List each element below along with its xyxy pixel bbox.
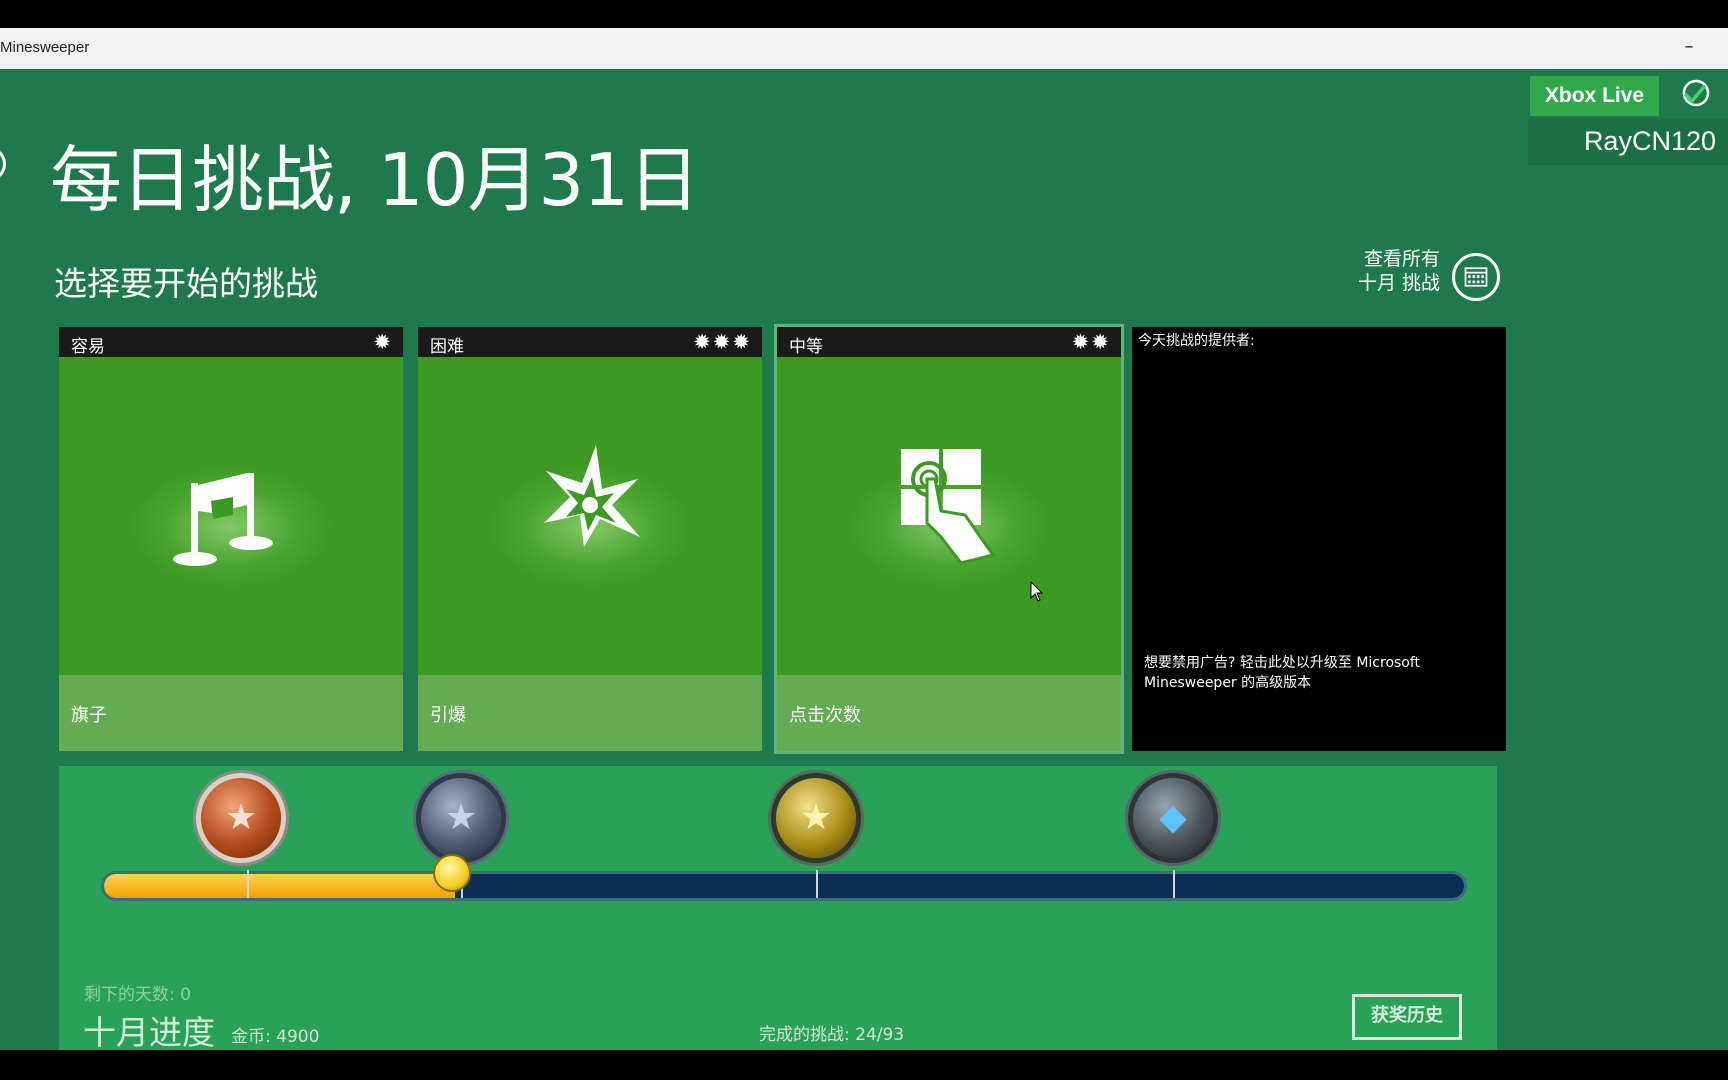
progress-marker-icon [433, 854, 471, 892]
xbox-live-button[interactable]: Xbox Live [1530, 76, 1659, 116]
difficulty-label: 困难 [430, 337, 464, 357]
ad-provider-label: 今天挑战的提供者: [1138, 333, 1255, 349]
ad-panel[interactable]: 今天挑战的提供者: 想要禁用广告? 轻击此处以升级至 Microsoft Min… [1132, 327, 1506, 751]
diamond-medal-icon: ◆ [1133, 778, 1213, 858]
challenge-card-medium[interactable]: 中等 ✹✹ 点击次数 [774, 324, 1124, 754]
challenge-card-hard[interactable]: 困难 ✹✹✹ 引爆 [418, 327, 762, 751]
card-header: 容易 ✹ [59, 327, 403, 357]
milestone-tick [1173, 870, 1175, 898]
difficulty-label: 容易 [71, 337, 105, 357]
page-title: 每日挑战, 10月31日 [50, 138, 700, 222]
challenge-label: 点击次数 [789, 705, 861, 726]
view-all-line1: 查看所有 [1363, 248, 1440, 270]
calendar-icon [1452, 253, 1500, 301]
card-header: 困难 ✹✹✹ [418, 327, 762, 357]
difficulty-stars: ✹✹✹ [693, 330, 752, 354]
month-progress-title: 十月进度 [83, 1013, 215, 1050]
sync-icon[interactable] [1680, 77, 1712, 109]
flags-icon [173, 473, 273, 566]
app-content: 每日挑战, 10月31日 选择要开始的挑战 Xbox Live RayCN120… [0, 69, 1728, 1050]
difficulty-stars: ✹✹ [1071, 330, 1111, 354]
completed-challenges: 完成的挑战: 24/93 [759, 1025, 905, 1045]
minimize-button[interactable]: – [1674, 34, 1704, 62]
bronze-medal-icon: ★ [201, 778, 281, 858]
challenge-label: 旗子 [71, 705, 107, 726]
card-footer: 旗子 [59, 675, 403, 751]
explosion-icon [544, 445, 640, 547]
difficulty-stars: ✹ [373, 330, 393, 354]
tap-icon [901, 449, 996, 565]
back-button[interactable] [0, 147, 6, 181]
silver-medal-icon: ★ [421, 778, 501, 858]
page-subtitle: 选择要开始的挑战 [54, 264, 318, 303]
days-left: 剩下的天数: 0 [84, 985, 191, 1005]
window-titlebar: Minesweeper – [0, 28, 1728, 69]
user-panel[interactable]: RayCN120 [1528, 118, 1728, 165]
card-footer: 引爆 [418, 675, 762, 751]
window-title: Minesweeper [0, 39, 90, 56]
coins-count: 金币: 4900 [231, 1027, 320, 1047]
milestone-tick [816, 870, 818, 898]
view-all-label: 查看所有 十月 挑战 [1358, 247, 1440, 295]
card-header: 中等 ✹✹ [777, 327, 1121, 357]
view-all-line2: 十月 挑战 [1357, 272, 1440, 294]
upgrade-link[interactable]: 想要禁用广告? 轻击此处以升级至 Microsoft Minesweeper 的… [1144, 653, 1489, 693]
card-footer: 点击次数 [777, 675, 1121, 751]
progress-track [101, 871, 1467, 901]
challenge-card-easy[interactable]: 容易 ✹ 旗子 [59, 327, 403, 751]
gold-medal-icon: ★ [776, 778, 856, 858]
challenge-label: 引爆 [430, 705, 466, 726]
monthly-progress-panel: ★ ★ ★ ◆ 剩下的天数: 0 十月进度 金币: 4900 完成的挑战: 24… [59, 766, 1497, 1050]
difficulty-label: 中等 [789, 337, 823, 357]
progress-fill [104, 874, 455, 898]
award-history-button[interactable]: 获奖历史 [1352, 994, 1462, 1040]
view-all-challenges-button[interactable]: 查看所有 十月 挑战 [1340, 247, 1500, 307]
username: RayCN120 [1583, 126, 1716, 156]
mouse-cursor-icon [1030, 581, 1044, 602]
milestone-tick [247, 870, 249, 898]
